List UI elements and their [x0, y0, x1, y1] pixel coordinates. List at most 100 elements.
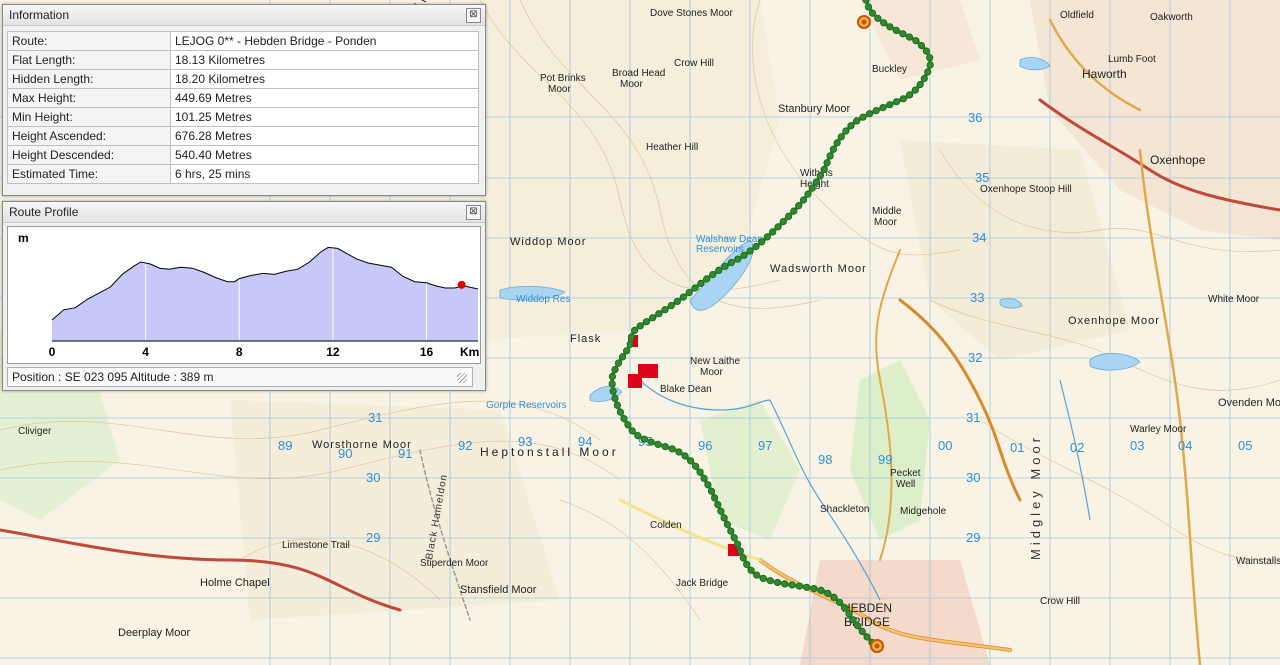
table-row: Min Height: 101.25 Metres	[7, 107, 479, 127]
resize-grip-icon[interactable]	[457, 373, 467, 383]
route-waypoint	[721, 262, 729, 270]
route-waypoint	[630, 326, 639, 334]
position-marker	[457, 280, 466, 289]
close-icon[interactable]: ⊠	[466, 205, 481, 220]
route-waypoint	[795, 582, 804, 590]
route-waypoint	[779, 218, 787, 226]
svg-text:Limestone Trail: Limestone Trail	[282, 540, 350, 551]
route-waypoint	[924, 68, 932, 76]
table-row: Flat Length: 18.13 Kilometres	[7, 50, 479, 70]
route-waypoint	[608, 372, 617, 381]
svg-text:31: 31	[368, 410, 382, 425]
route-waypoint	[743, 560, 751, 569]
x-unit-label: Km	[460, 345, 479, 359]
svg-text:Worsthorne Moor: Worsthorne Moor	[312, 439, 412, 451]
route-info-table: Route: LEJOG 0** - Hebden Bridge - Ponden…	[7, 31, 479, 184]
svg-text:Moor: Moor	[548, 84, 571, 95]
route-waypoint	[608, 380, 616, 388]
svg-text:00: 00	[938, 438, 952, 453]
elevation-area	[52, 247, 478, 341]
route-waypoint	[736, 547, 745, 555]
svg-text:36: 36	[968, 110, 982, 125]
route-waypoint	[647, 438, 655, 446]
table-row: Height Ascended: 676.28 Metres	[7, 126, 479, 146]
svg-text:03: 03	[1130, 438, 1144, 453]
route-waypoint	[703, 275, 711, 283]
route-waypoint	[833, 139, 841, 147]
route-waypoint	[845, 610, 853, 618]
route-waypoint	[812, 178, 821, 186]
svg-text:Flask: Flask	[570, 333, 601, 345]
route-waypoint	[816, 172, 824, 180]
min-height-label: Min Height:	[7, 107, 171, 127]
route-waypoint	[872, 107, 880, 115]
route-waypoint	[624, 421, 632, 429]
route-waypoint	[829, 145, 838, 153]
route-waypoint	[849, 616, 857, 624]
route-waypoint	[616, 408, 625, 416]
route-waypoint	[773, 578, 782, 587]
route-waypoint	[853, 622, 862, 630]
svg-text:Gorple Reservoirs: Gorple Reservoirs	[486, 400, 567, 411]
route-waypoint	[759, 574, 767, 583]
flat-length-value: 18.13 Kilometres	[170, 50, 479, 70]
route-waypoint	[899, 95, 907, 103]
svg-text:Withins: Withins	[800, 168, 833, 179]
route-waypoint	[611, 365, 619, 374]
route-waypoint	[614, 359, 623, 367]
estimated-time-label: Estimated Time:	[7, 164, 171, 184]
svg-text:02: 02	[1070, 440, 1084, 455]
svg-text:Oxenhope Moor: Oxenhope Moor	[1068, 315, 1160, 327]
svg-text:Buckley: Buckley	[872, 64, 907, 75]
route-waypoint	[611, 394, 619, 402]
route-profile-title-text: Route Profile	[9, 205, 79, 219]
svg-text:92: 92	[458, 438, 472, 453]
route-waypoint	[655, 310, 663, 318]
route-waypoint	[673, 297, 681, 305]
svg-text:Oxenhope: Oxenhope	[1150, 153, 1206, 167]
route-waypoint	[730, 534, 738, 542]
svg-text:Cliviger: Cliviger	[18, 426, 52, 437]
information-title-text: Information	[9, 8, 70, 22]
estimated-time-value: 6 hrs, 25 mins	[170, 164, 479, 184]
route-waypoint	[727, 527, 735, 535]
route-waypoint	[826, 152, 834, 160]
route-waypoint	[840, 604, 849, 612]
svg-text:Midgehole: Midgehole	[900, 506, 947, 517]
route-waypoint	[799, 196, 808, 204]
route-waypoint	[707, 487, 716, 495]
route-waypoint	[681, 452, 689, 460]
svg-text:99: 99	[878, 452, 892, 467]
route-waypoint	[622, 347, 631, 355]
svg-text:Ovenden Moor: Ovenden Moor	[1218, 397, 1280, 409]
svg-text:30: 30	[366, 470, 380, 485]
route-waypoint	[766, 577, 774, 585]
position-status-text: Position : SE 023 095 Altitude : 389 m	[12, 370, 214, 384]
route-waypoint	[858, 627, 866, 636]
route-waypoint	[628, 427, 636, 435]
close-icon[interactable]: ⊠	[466, 8, 481, 23]
route-waypoint	[661, 306, 669, 314]
route-waypoint	[926, 54, 934, 62]
svg-text:35: 35	[975, 170, 989, 185]
route-waypoint	[620, 414, 628, 423]
route-waypoint	[634, 431, 642, 440]
position-status-bar: Position : SE 023 095 Altitude : 389 m	[7, 367, 473, 387]
route-value: LEJOG 0** - Hebden Bridge - Ponden	[170, 31, 479, 51]
svg-text:29: 29	[966, 530, 980, 545]
elevation-profile-chart[interactable]: m 0 4 8 12 16 Km	[7, 226, 481, 364]
route-waypoint	[740, 251, 748, 259]
svg-text:05: 05	[1238, 438, 1252, 453]
svg-text:Jack Bridge: Jack Bridge	[676, 578, 729, 589]
route-waypoint	[704, 481, 712, 489]
route-waypoint	[817, 586, 825, 595]
route-waypoint	[618, 353, 627, 361]
y-unit-label: m	[18, 231, 29, 245]
svg-text:30: 30	[966, 470, 980, 485]
table-row: Height Descended: 540.40 Metres	[7, 145, 479, 165]
route-waypoint	[842, 127, 850, 135]
route-waypoint	[746, 247, 754, 255]
route-waypoint	[685, 288, 693, 297]
max-height-label: Max Height:	[7, 88, 171, 108]
route-waypoint	[686, 457, 695, 465]
